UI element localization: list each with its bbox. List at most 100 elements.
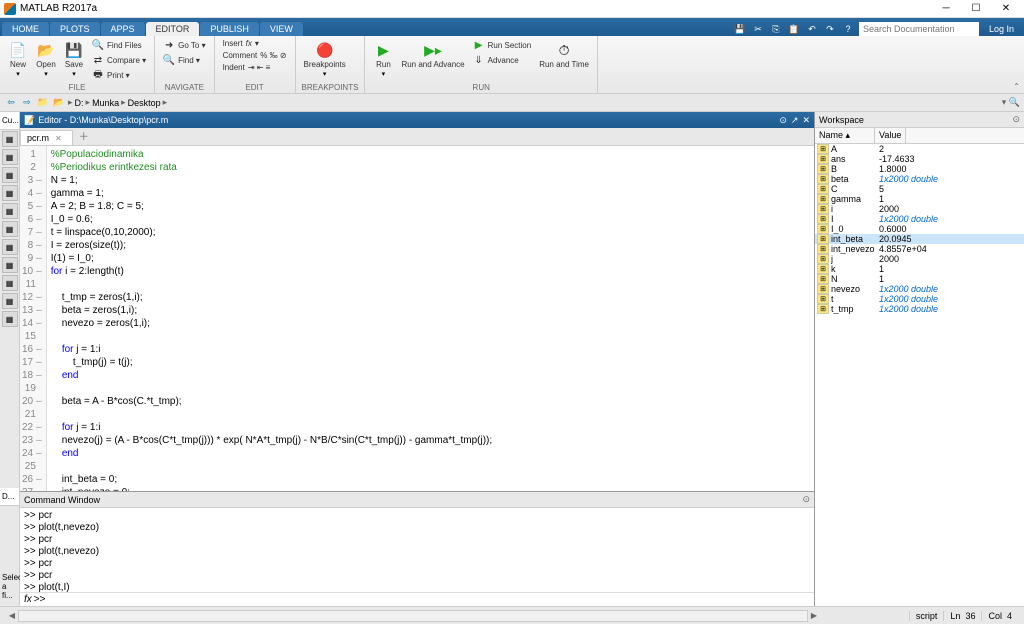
mini-icon-6[interactable]: ▦ xyxy=(2,221,18,237)
workspace-var-beta[interactable]: ⊞beta1x2000 double xyxy=(815,174,1024,184)
minimize-button[interactable]: ─ xyxy=(932,2,960,16)
workspace-var-A[interactable]: ⊞A2 xyxy=(815,144,1024,154)
breakpoints-button[interactable]: 🔴Breakpoints▾ xyxy=(302,38,348,83)
editor-panel: 📝Editor - D:\Munka\Desktop\pcr.m ⊙ ↗ ✕ p… xyxy=(20,112,814,492)
login-button[interactable]: Log In xyxy=(983,24,1020,34)
run-time-button[interactable]: ⏱Run and Time xyxy=(537,38,591,83)
workspace-var-N[interactable]: ⊞N1 xyxy=(815,274,1024,284)
col-value[interactable]: Value xyxy=(875,128,906,143)
workspace-actions[interactable]: ⊙ xyxy=(1012,114,1020,125)
command-window-body[interactable]: >> pcr>> plot(t,nevezo)>> pcr>> plot(t,n… xyxy=(20,508,814,592)
mini-icon-7[interactable]: ▦ xyxy=(2,239,18,255)
tab-view[interactable]: VIEW xyxy=(260,22,303,36)
ribbon-label-breakpoints: BREAKPOINTS xyxy=(302,83,359,93)
maximize-button[interactable]: ☐ xyxy=(962,2,990,16)
col-name[interactable]: Name ▴ xyxy=(815,128,875,143)
path-drive[interactable]: D: xyxy=(75,98,84,108)
path-dropdown[interactable]: ▾ 🔍 xyxy=(1002,97,1020,108)
tab-publish[interactable]: PUBLISH xyxy=(200,22,259,36)
indent-button[interactable]: Indent ⇥ ⇤ ≡ xyxy=(221,62,289,73)
workspace-var-j[interactable]: ⊞j2000 xyxy=(815,254,1024,264)
command-prompt[interactable]: fx>> xyxy=(20,592,814,606)
qat-redo-icon[interactable]: ↷ xyxy=(823,22,837,36)
tab-apps[interactable]: APPS xyxy=(101,22,145,36)
new-button[interactable]: 📄New▾ xyxy=(6,38,30,83)
browse-button[interactable]: 📂 xyxy=(52,96,66,110)
mini-icon-9[interactable]: ▦ xyxy=(2,275,18,291)
command-window-actions[interactable]: ⊙ xyxy=(802,494,810,505)
workspace-var-ans[interactable]: ⊞ans-17.4633 xyxy=(815,154,1024,164)
forward-button[interactable]: ⇨ xyxy=(20,96,34,110)
compare-button[interactable]: ⇄Compare ▾ xyxy=(90,53,148,67)
editor-maximize-button[interactable]: ↗ xyxy=(791,115,799,126)
workspace-var-k[interactable]: ⊞k1 xyxy=(815,264,1024,274)
workspace-var-int_nevezo[interactable]: ⊞int_nevezo4.8557e+04 xyxy=(815,244,1024,254)
save-icon: 💾 xyxy=(64,40,84,60)
mini-icon-3[interactable]: ▦ xyxy=(2,167,18,183)
mini-icon-2[interactable]: ▦ xyxy=(2,149,18,165)
workspace-var-i[interactable]: ⊞i2000 xyxy=(815,204,1024,214)
run-advance-button[interactable]: ▶▸Run and Advance xyxy=(399,38,466,83)
ribbon-label-run: RUN xyxy=(371,83,591,93)
insert-button[interactable]: Insert fx ▾ xyxy=(221,38,289,49)
mini-icon-4[interactable]: ▦ xyxy=(2,185,18,201)
tab-plots[interactable]: PLOTS xyxy=(50,22,100,36)
file-tab-pcr[interactable]: pcr.m✕ xyxy=(20,130,73,145)
find-files-button[interactable]: 🔍Find Files xyxy=(90,38,148,52)
horizontal-scrollbar[interactable] xyxy=(18,610,808,622)
print-button[interactable]: 🖶Print ▾ xyxy=(90,68,148,82)
editor-dock-button[interactable]: ⊙ xyxy=(779,115,787,126)
open-button[interactable]: 📂Open▾ xyxy=(34,38,58,83)
tab-home[interactable]: HOME xyxy=(2,22,49,36)
scroll-left-button[interactable]: ◀ xyxy=(6,611,18,620)
mini-icon-5[interactable]: ▦ xyxy=(2,203,18,219)
run-section-button[interactable]: ▶Run Section xyxy=(471,38,534,52)
advance-button[interactable]: ⇓Advance xyxy=(471,53,534,67)
qat-paste-icon[interactable]: 📋 xyxy=(787,22,801,36)
qat-copy-icon[interactable]: ⎘ xyxy=(769,22,783,36)
back-button[interactable]: ⇦ xyxy=(4,96,18,110)
workspace-var-int_beta[interactable]: ⊞int_beta20.0945 xyxy=(815,234,1024,244)
workspace-var-gamma[interactable]: ⊞gamma1 xyxy=(815,194,1024,204)
goto-button[interactable]: ➜Go To ▾ xyxy=(161,38,207,52)
workspace-var-I[interactable]: ⊞I1x2000 double xyxy=(815,214,1024,224)
mini-icon-1[interactable]: ▦ xyxy=(2,131,18,147)
run-button[interactable]: ▶Run▾ xyxy=(371,38,395,83)
current-folder-tab[interactable]: Cu... xyxy=(0,112,19,130)
details-tab[interactable]: D... xyxy=(0,488,19,506)
run-time-icon: ⏱ xyxy=(554,40,574,60)
qat-help-icon[interactable]: ? xyxy=(841,22,855,36)
code-editor[interactable]: 1 2 3–4–5–6–7–8–9–10–11 12–13–14–15 16–1… xyxy=(20,146,814,491)
mini-icon-8[interactable]: ▦ xyxy=(2,257,18,273)
workspace-panel: Workspace ⊙ Name ▴ Value ⊞A2⊞ans-17.4633… xyxy=(814,112,1024,606)
editor-close-button[interactable]: ✕ xyxy=(802,115,810,126)
workspace-var-t_tmp[interactable]: ⊞t_tmp1x2000 double xyxy=(815,304,1024,314)
workspace-var-C[interactable]: ⊞C5 xyxy=(815,184,1024,194)
find-button[interactable]: 🔍Find ▾ xyxy=(161,53,207,67)
workspace-var-nevezo[interactable]: ⊞nevezo1x2000 double xyxy=(815,284,1024,294)
mini-icon-10[interactable]: ▦ xyxy=(2,293,18,309)
search-input[interactable] xyxy=(859,22,979,36)
close-button[interactable]: ✕ xyxy=(992,2,1020,16)
qat-undo-icon[interactable]: ↶ xyxy=(805,22,819,36)
workspace-body[interactable]: ⊞A2⊞ans-17.4633⊞B1.8000⊞beta1x2000 doubl… xyxy=(815,144,1024,606)
qat-save-icon[interactable]: 💾 xyxy=(733,22,747,36)
up-folder-button[interactable]: 📁 xyxy=(36,96,50,110)
toolstrip-tabs: HOME PLOTS APPS EDITOR PUBLISH VIEW 💾 ✂ … xyxy=(0,18,1024,36)
new-tab-button[interactable]: ＋ xyxy=(73,126,95,145)
path-seg-2[interactable]: Desktop xyxy=(128,98,161,108)
tab-editor[interactable]: EDITOR xyxy=(146,22,200,36)
scroll-right-button[interactable]: ▶ xyxy=(808,611,820,620)
mini-icon-11[interactable]: ▦ xyxy=(2,311,18,327)
print-icon: 🖶 xyxy=(92,69,104,81)
workspace-var-B[interactable]: ⊞B1.8000 xyxy=(815,164,1024,174)
save-button[interactable]: 💾Save▾ xyxy=(62,38,86,83)
path-seg-1[interactable]: Munka xyxy=(92,98,119,108)
workspace-var-I_0[interactable]: ⊞I_00.6000 xyxy=(815,224,1024,234)
close-tab-icon[interactable]: ✕ xyxy=(55,134,62,143)
qat-cut-icon[interactable]: ✂ xyxy=(751,22,765,36)
fx-icon: fx xyxy=(246,39,252,48)
comment-button[interactable]: Comment % ‰ ⊘ xyxy=(221,50,289,61)
ribbon-collapse-button[interactable]: ⌃ xyxy=(1013,82,1020,91)
workspace-var-t[interactable]: ⊞t1x2000 double xyxy=(815,294,1024,304)
